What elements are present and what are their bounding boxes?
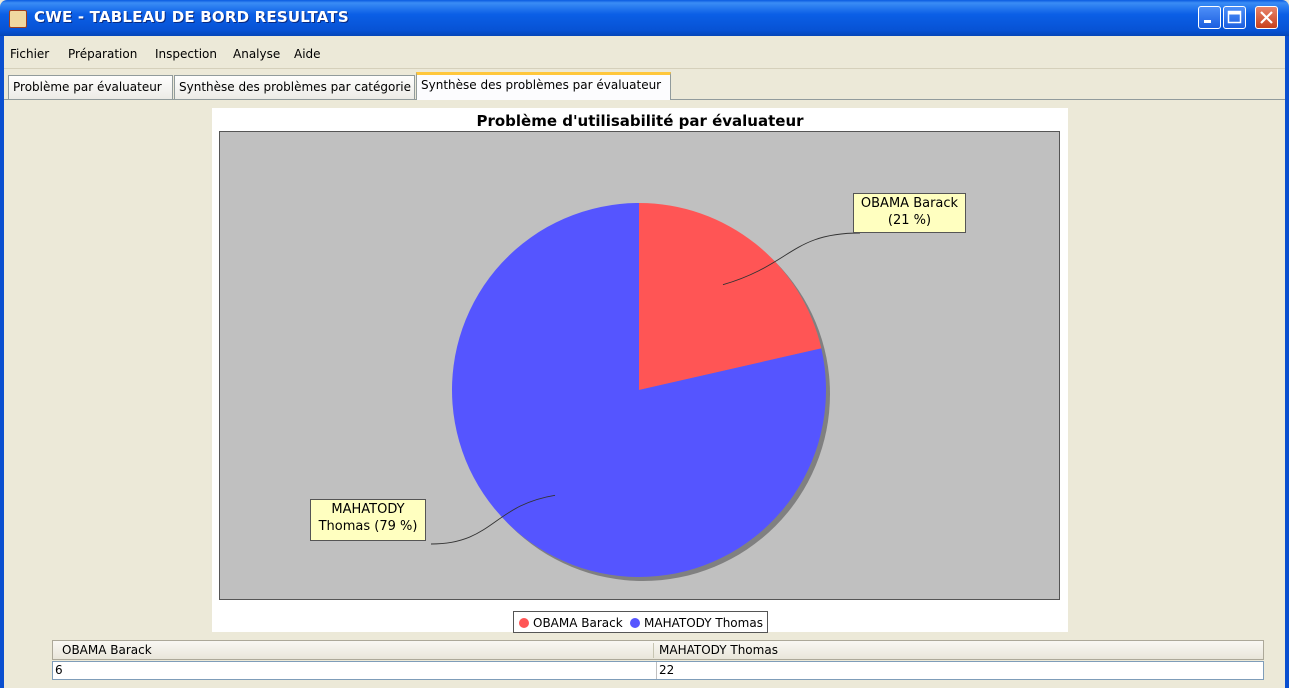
cell-mahatody-count[interactable]: 22: [659, 662, 674, 679]
pie-label-mahatody-line1: MAHATODY: [331, 502, 405, 517]
table-row[interactable]: 6 22: [52, 661, 1264, 680]
pie-label-mahatody: MAHATODY Thomas (79 %): [310, 499, 426, 541]
maximize-button[interactable]: [1223, 6, 1246, 29]
window-frame-right: [1285, 36, 1289, 688]
legend-label-mahatody: MAHATODY Thomas: [644, 616, 763, 630]
menu-preparation[interactable]: Préparation: [68, 47, 137, 61]
java-app-icon: [9, 10, 27, 28]
tab-synthese-par-evaluateur[interactable]: Synthèse des problèmes par évaluateur: [416, 72, 671, 100]
menu-analyse[interactable]: Analyse: [233, 47, 280, 61]
minimize-icon: [1204, 20, 1211, 23]
legend-item-obama: OBAMA Barack: [519, 616, 623, 630]
chart-panel: Problème d'utilisabilité par évaluateur …: [212, 108, 1068, 633]
pie-label-obama: OBAMA Barack (21 %): [853, 193, 966, 233]
tab-synthese-par-categorie[interactable]: Synthèse des problèmes par catégorie: [174, 75, 415, 99]
title-bar: CWE - TABLEAU DE BORD RESULTATS: [0, 0, 1289, 36]
menu-fichier[interactable]: Fichier: [10, 47, 49, 61]
chart-legend: OBAMA Barack MAHATODY Thomas: [513, 611, 768, 633]
legend-label-obama: OBAMA Barack: [533, 616, 623, 630]
table-header: OBAMA Barack MAHATODY Thomas: [52, 640, 1264, 660]
close-icon: [1260, 11, 1273, 24]
column-divider: [653, 643, 654, 658]
pie-label-obama-line2: (21 %): [887, 213, 932, 228]
cell-obama-count[interactable]: 6: [55, 662, 63, 679]
close-button[interactable]: [1255, 6, 1278, 29]
chart-title: Problème d'utilisabilité par évaluateur: [476, 112, 804, 130]
maximize-icon: [1227, 10, 1242, 24]
menu-inspection[interactable]: Inspection: [155, 47, 217, 61]
column-header-obama[interactable]: OBAMA Barack: [62, 641, 152, 660]
window-title: CWE - TABLEAU DE BORD RESULTATS: [34, 8, 349, 26]
tab-strip: Problème par évaluateur Synthèse des pro…: [4, 68, 1285, 100]
legend-swatch-obama: [519, 618, 529, 628]
pie-label-obama-line1: OBAMA Barack: [860, 196, 959, 211]
cell-divider: [656, 662, 657, 679]
minimize-button[interactable]: [1198, 6, 1221, 29]
legend-swatch-mahatody: [630, 618, 640, 628]
menu-bar: Fichier Préparation Inspection Analyse A…: [4, 36, 1285, 69]
tab-probleme-par-evaluateur[interactable]: Problème par évaluateur: [8, 75, 173, 99]
column-header-mahatody[interactable]: MAHATODY Thomas: [659, 641, 778, 660]
legend-item-mahatody: MAHATODY Thomas: [630, 616, 763, 630]
menu-aide[interactable]: Aide: [294, 47, 321, 61]
pie-label-mahatody-line2: Thomas (79 %): [318, 519, 418, 534]
window-frame-left: [0, 36, 4, 688]
